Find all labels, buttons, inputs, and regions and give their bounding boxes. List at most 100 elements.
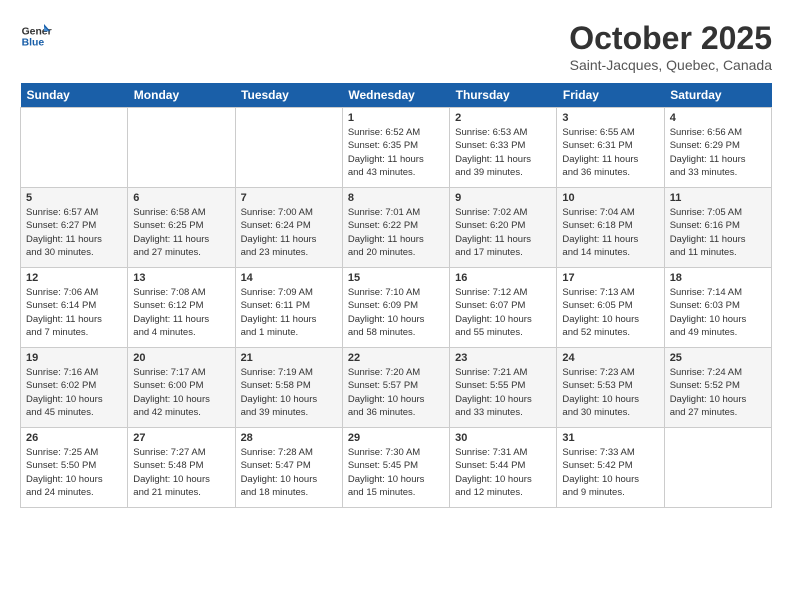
day-info: Sunrise: 7:24 AM Sunset: 5:52 PM Dayligh… [670, 366, 766, 419]
calendar-cell [664, 428, 771, 508]
day-info: Sunrise: 7:08 AM Sunset: 6:12 PM Dayligh… [133, 286, 229, 339]
weekday-header-sunday: Sunday [21, 83, 128, 108]
calendar-cell: 20 Sunrise: 7:17 AM Sunset: 6:00 PM Dayli… [128, 348, 235, 428]
day-info: Sunrise: 6:57 AM Sunset: 6:27 PM Dayligh… [26, 206, 122, 259]
calendar-cell: 27Sunrise: 7:27 AM Sunset: 5:48 PM Dayli… [128, 428, 235, 508]
day-number: 16 [455, 272, 551, 284]
day-info: Sunrise: 6:55 AM Sunset: 6:31 PM Dayligh… [562, 126, 658, 179]
calendar-cell: 22 Sunrise: 7:20 AM Sunset: 5:57 PM Dayli… [342, 348, 449, 428]
day-number: 17 [562, 272, 658, 284]
location-subtitle: Saint-Jacques, Quebec, Canada [569, 57, 772, 73]
day-number: 10 [562, 192, 658, 204]
day-info: Sunrise: 7:12 AM Sunset: 6:07 PM Dayligh… [455, 286, 551, 339]
calendar-cell: 3Sunrise: 6:55 AM Sunset: 6:31 PM Daylig… [557, 108, 664, 188]
day-info: Sunrise: 6:52 AM Sunset: 6:35 PM Dayligh… [348, 126, 444, 179]
calendar-cell: 24Sunrise: 7:23 AM Sunset: 5:53 PM Dayli… [557, 348, 664, 428]
calendar-cell [21, 108, 128, 188]
day-number: 19 [26, 352, 122, 364]
day-number: 30 [455, 432, 551, 444]
day-number: 6 [133, 192, 229, 204]
calendar-cell: 13 Sunrise: 7:08 AM Sunset: 6:12 PM Dayli… [128, 268, 235, 348]
calendar-cell: 21 Sunrise: 7:19 AM Sunset: 5:58 PM Dayli… [235, 348, 342, 428]
day-info: Sunrise: 7:06 AM Sunset: 6:14 PM Dayligh… [26, 286, 122, 339]
title-area: October 2025 Saint-Jacques, Quebec, Cana… [569, 20, 772, 73]
day-info: Sunrise: 7:17 AM Sunset: 6:00 PM Dayligh… [133, 366, 229, 419]
day-number: 26 [26, 432, 122, 444]
day-info: Sunrise: 7:20 AM Sunset: 5:57 PM Dayligh… [348, 366, 444, 419]
day-number: 12 [26, 272, 122, 284]
day-number: 13 [133, 272, 229, 284]
calendar-cell: 19 Sunrise: 7:16 AM Sunset: 6:02 PM Dayli… [21, 348, 128, 428]
day-info: Sunrise: 7:25 AM Sunset: 5:50 PM Dayligh… [26, 446, 122, 499]
day-info: Sunrise: 7:14 AM Sunset: 6:03 PM Dayligh… [670, 286, 766, 339]
day-info: Sunrise: 7:27 AM Sunset: 5:48 PM Dayligh… [133, 446, 229, 499]
month-title: October 2025 [569, 20, 772, 57]
calendar-cell: 16 Sunrise: 7:12 AM Sunset: 6:07 PM Dayli… [450, 268, 557, 348]
day-number: 14 [241, 272, 337, 284]
day-info: Sunrise: 7:04 AM Sunset: 6:18 PM Dayligh… [562, 206, 658, 259]
weekday-header-wednesday: Wednesday [342, 83, 449, 108]
day-number: 7 [241, 192, 337, 204]
calendar-cell [128, 108, 235, 188]
day-info: Sunrise: 7:19 AM Sunset: 5:58 PM Dayligh… [241, 366, 337, 419]
calendar-cell: 4 Sunrise: 6:56 AM Sunset: 6:29 PM Daylig… [664, 108, 771, 188]
calendar-cell: 14 Sunrise: 7:09 AM Sunset: 6:11 PM Dayli… [235, 268, 342, 348]
calendar-cell: 8Sunrise: 7:01 AM Sunset: 6:22 PM Daylig… [342, 188, 449, 268]
day-number: 1 [348, 112, 444, 124]
day-info: Sunrise: 7:01 AM Sunset: 6:22 PM Dayligh… [348, 206, 444, 259]
day-number: 21 [241, 352, 337, 364]
calendar-cell: 28 Sunrise: 7:28 AM Sunset: 5:47 PM Dayli… [235, 428, 342, 508]
calendar-week-row: 19 Sunrise: 7:16 AM Sunset: 6:02 PM Dayli… [21, 348, 772, 428]
day-info: Sunrise: 7:09 AM Sunset: 6:11 PM Dayligh… [241, 286, 337, 339]
day-info: Sunrise: 7:02 AM Sunset: 6:20 PM Dayligh… [455, 206, 551, 259]
calendar-week-row: 5Sunrise: 6:57 AM Sunset: 6:27 PM Daylig… [21, 188, 772, 268]
day-number: 22 [348, 352, 444, 364]
day-number: 4 [670, 112, 766, 124]
calendar-cell: 7Sunrise: 7:00 AM Sunset: 6:24 PM Daylig… [235, 188, 342, 268]
calendar-cell: 15Sunrise: 7:10 AM Sunset: 6:09 PM Dayli… [342, 268, 449, 348]
day-number: 9 [455, 192, 551, 204]
day-info: Sunrise: 7:21 AM Sunset: 5:55 PM Dayligh… [455, 366, 551, 419]
weekday-header-thursday: Thursday [450, 83, 557, 108]
day-number: 2 [455, 112, 551, 124]
svg-text:Blue: Blue [22, 38, 45, 49]
calendar-cell: 5Sunrise: 6:57 AM Sunset: 6:27 PM Daylig… [21, 188, 128, 268]
day-info: Sunrise: 6:53 AM Sunset: 6:33 PM Dayligh… [455, 126, 551, 179]
day-info: Sunrise: 7:16 AM Sunset: 6:02 PM Dayligh… [26, 366, 122, 419]
day-info: Sunrise: 7:28 AM Sunset: 5:47 PM Dayligh… [241, 446, 337, 499]
day-number: 20 [133, 352, 229, 364]
calendar-cell: 25 Sunrise: 7:24 AM Sunset: 5:52 PM Dayli… [664, 348, 771, 428]
day-number: 15 [348, 272, 444, 284]
calendar-cell: 11 Sunrise: 7:05 AM Sunset: 6:16 PM Dayli… [664, 188, 771, 268]
day-info: Sunrise: 7:05 AM Sunset: 6:16 PM Dayligh… [670, 206, 766, 259]
calendar-week-row: 26 Sunrise: 7:25 AM Sunset: 5:50 PM Dayli… [21, 428, 772, 508]
day-number: 25 [670, 352, 766, 364]
day-info: Sunrise: 7:31 AM Sunset: 5:44 PM Dayligh… [455, 446, 551, 499]
calendar-cell: 29Sunrise: 7:30 AM Sunset: 5:45 PM Dayli… [342, 428, 449, 508]
header: General Blue October 2025 Saint-Jacques,… [20, 20, 772, 73]
weekday-header-friday: Friday [557, 83, 664, 108]
calendar-cell: 12 Sunrise: 7:06 AM Sunset: 6:14 PM Dayli… [21, 268, 128, 348]
calendar-cell: 2 Sunrise: 6:53 AM Sunset: 6:33 PM Daylig… [450, 108, 557, 188]
calendar-cell: 18Sunrise: 7:14 AM Sunset: 6:03 PM Dayli… [664, 268, 771, 348]
day-number: 29 [348, 432, 444, 444]
weekday-header-monday: Monday [128, 83, 235, 108]
day-number: 28 [241, 432, 337, 444]
day-info: Sunrise: 7:33 AM Sunset: 5:42 PM Dayligh… [562, 446, 658, 499]
calendar-week-row: 1 Sunrise: 6:52 AM Sunset: 6:35 PM Daylig… [21, 108, 772, 188]
calendar-cell: 6 Sunrise: 6:58 AM Sunset: 6:25 PM Daylig… [128, 188, 235, 268]
day-number: 31 [562, 432, 658, 444]
calendar-cell: 10 Sunrise: 7:04 AM Sunset: 6:18 PM Dayli… [557, 188, 664, 268]
day-number: 24 [562, 352, 658, 364]
logo-icon: General Blue [20, 20, 52, 52]
calendar-cell: 31 Sunrise: 7:33 AM Sunset: 5:42 PM Dayli… [557, 428, 664, 508]
logo: General Blue [20, 20, 52, 52]
calendar-cell: 9 Sunrise: 7:02 AM Sunset: 6:20 PM Daylig… [450, 188, 557, 268]
day-number: 11 [670, 192, 766, 204]
day-info: Sunrise: 6:56 AM Sunset: 6:29 PM Dayligh… [670, 126, 766, 179]
calendar-cell: 26 Sunrise: 7:25 AM Sunset: 5:50 PM Dayli… [21, 428, 128, 508]
day-info: Sunrise: 7:13 AM Sunset: 6:05 PM Dayligh… [562, 286, 658, 339]
day-info: Sunrise: 6:58 AM Sunset: 6:25 PM Dayligh… [133, 206, 229, 259]
calendar-table: SundayMondayTuesdayWednesdayThursdayFrid… [20, 83, 772, 508]
weekday-header-saturday: Saturday [664, 83, 771, 108]
